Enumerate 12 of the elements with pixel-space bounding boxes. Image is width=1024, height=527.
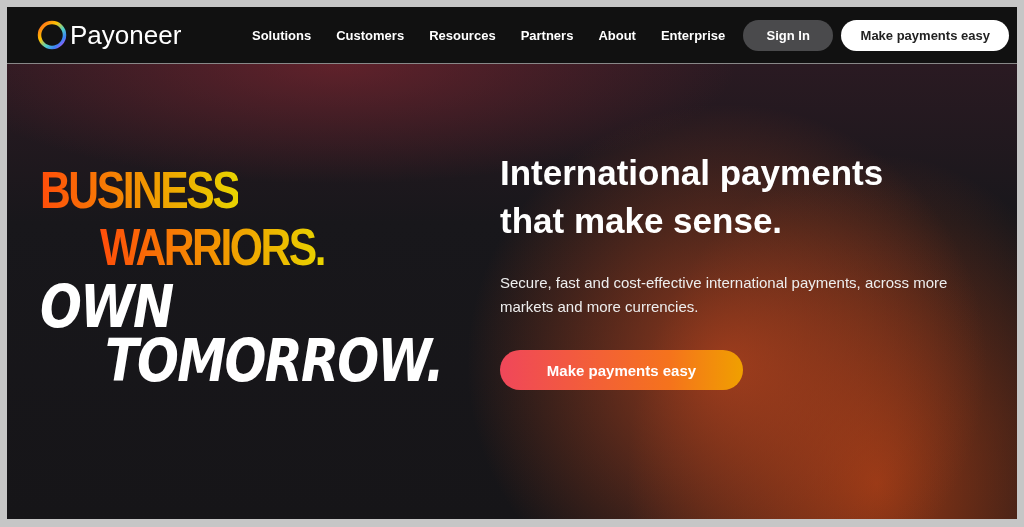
sign-in-button[interactable]: Sign In xyxy=(743,19,834,51)
nav-link[interactable]: Solutions xyxy=(252,27,312,43)
nav-link[interactable]: Partners xyxy=(520,27,574,43)
nav-link[interactable]: Resources xyxy=(429,27,496,43)
cta-button[interactable]: Make payments easy xyxy=(841,19,1010,51)
brand-logo[interactable]: Payoneer xyxy=(70,19,182,51)
nav-link[interactable]: Customers xyxy=(336,27,405,43)
nav-link[interactable]: Enterprise xyxy=(660,27,726,43)
nav-link[interactable]: About xyxy=(598,27,636,43)
hero-subtitle: Secure, fast and cost-effective international payments, across more markets and more currencies. xyxy=(500,273,949,317)
logo-ring-icon xyxy=(37,20,67,50)
hero-title: International payments that make sense. xyxy=(500,152,885,242)
